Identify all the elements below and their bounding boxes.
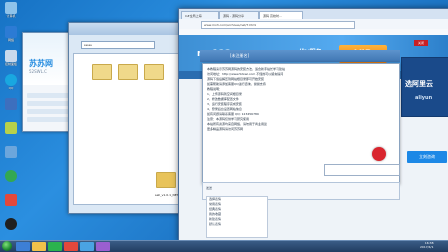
- desktop-icon-network[interactable]: 网络: [0, 26, 22, 42]
- taskbar-app-icon[interactable]: [16, 242, 30, 251]
- app-icon: [5, 122, 17, 134]
- qq-icon: [5, 74, 17, 86]
- emoji-menu-item[interactable]: 默认表情: [207, 222, 267, 227]
- chat-line: 更多精品源码请访问苏苏网: [207, 127, 244, 131]
- desktop: 计算机 网络 控制面板 QQ 苏苏网 52SWL.C sssss sell_v1…: [0, 0, 448, 252]
- desktop-icon-computer[interactable]: 计算机: [0, 2, 22, 18]
- browser-tab[interactable]: C#全局上海: [181, 11, 219, 19]
- desktop-icon-10[interactable]: [0, 218, 22, 230]
- desktop-icon-5[interactable]: [0, 98, 22, 110]
- control-panel-icon: [5, 50, 17, 62]
- record-indicator-icon[interactable]: [372, 147, 386, 161]
- login-row[interactable]: [27, 109, 69, 114]
- desktop-icon-control-panel[interactable]: 控制面板: [0, 50, 22, 66]
- chat-input-placeholder: 发送: [206, 186, 213, 190]
- taskbar-app-icon[interactable]: [80, 242, 94, 251]
- browser-tab-active[interactable]: 源码 高校时...: [259, 11, 303, 19]
- desktop-icon-7[interactable]: [0, 146, 22, 158]
- browser-url-input[interactable]: www.mx3.com/archives/net/7.html: [201, 21, 355, 29]
- chat-window-title: [未注册名]: [230, 53, 250, 58]
- login-row[interactable]: [27, 117, 69, 122]
- app-icon: [5, 146, 17, 158]
- desktop-icon-qq[interactable]: QQ: [0, 74, 22, 90]
- folder-icon[interactable]: [144, 64, 164, 80]
- desktop-icon-label: 控制面板: [4, 62, 17, 66]
- file-manager-titlebar[interactable]: [69, 23, 187, 35]
- browser-tab[interactable]: 源码 - 源码分享: [219, 11, 259, 19]
- folder-icon[interactable]: [118, 64, 138, 80]
- folder-icon[interactable]: [92, 64, 112, 80]
- clock-date: 2017/4/1: [420, 245, 434, 249]
- file-manager-window: sssss sell_v1.0.1_NET.zip: [68, 22, 188, 214]
- desktop-icon-6[interactable]: [0, 122, 22, 134]
- taskbar-clock[interactable]: 16:38 2017/4/1: [420, 241, 433, 249]
- taskbar-app-icon[interactable]: [32, 242, 46, 251]
- computer-icon: [5, 2, 17, 14]
- desktop-icon-8[interactable]: [0, 170, 22, 182]
- emoji-menu: 选择表情 常用表情 经典表情 我的收藏 新建表情 默认表情: [206, 196, 268, 238]
- app-icon: [5, 170, 17, 182]
- start-button-icon[interactable]: [2, 241, 12, 251]
- promo-title: 选阿里云: [405, 80, 433, 88]
- browser-tab-strip: C#全局上海 源码 - 源码分享 源码 高校时...: [179, 9, 448, 19]
- desktop-icon-label: 计算机: [6, 14, 16, 18]
- login-row[interactable]: [27, 93, 69, 98]
- desktop-icon-label: 网络: [7, 38, 14, 42]
- taskbar-app-icon[interactable]: [96, 242, 110, 251]
- promo-button[interactable]: 立刻咨询: [407, 151, 447, 163]
- promo-subtitle: aliyun: [415, 95, 433, 101]
- login-row[interactable]: [27, 101, 69, 106]
- login-window-subtitle: 52SWL.C: [29, 69, 47, 74]
- desktop-icon-label: QQ: [8, 86, 14, 90]
- chat-toolbar[interactable]: [324, 164, 400, 176]
- login-window-title: 苏苏网: [29, 59, 53, 68]
- network-icon: [5, 26, 17, 38]
- zip-file-icon[interactable]: [156, 172, 176, 188]
- taskbar-app-icon[interactable]: [48, 242, 62, 251]
- desktop-icon-9[interactable]: [0, 194, 22, 206]
- app-icon: [5, 98, 17, 110]
- taskbar-app-icon[interactable]: [64, 242, 78, 251]
- app-icon: [5, 194, 17, 206]
- close-tag[interactable]: 关闭: [414, 40, 428, 46]
- file-manager-content: [73, 53, 185, 205]
- file-manager-address-bar[interactable]: sssss: [81, 41, 155, 49]
- login-window: 苏苏网 52SWL.C: [22, 32, 74, 132]
- app-icon: [5, 218, 17, 230]
- chat-lines: 本教程演示苏苏网源码的安装方法，适合新手站长学习建站 访问地址：http://w…: [207, 67, 395, 132]
